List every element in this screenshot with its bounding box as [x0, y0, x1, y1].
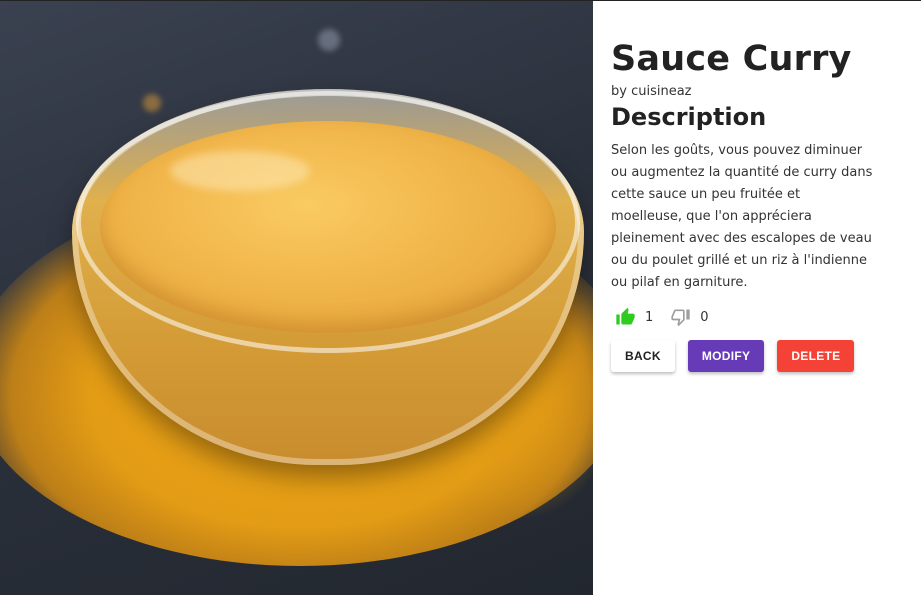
recipe-author: by cuisineaz	[611, 84, 692, 99]
recipe-details: Sauce Curry by cuisineaz Description Sel…	[593, 1, 921, 595]
like-count: 1	[645, 309, 654, 325]
thumb-up-icon	[615, 307, 636, 327]
vote-bar: 1 0	[615, 307, 709, 327]
delete-button[interactable]: DELETE	[777, 340, 855, 372]
description-text: Selon les goûts, vous pouvez diminuer ou…	[611, 143, 873, 290]
modify-button[interactable]: MODIFY	[687, 340, 765, 372]
back-button[interactable]: BACK	[611, 340, 675, 372]
recipe-photo	[0, 1, 593, 595]
recipe-title: Sauce Curry	[611, 39, 852, 79]
like-button[interactable]: 1	[615, 307, 653, 327]
recipe-page: Sauce Curry by cuisineaz Description Sel…	[0, 0, 921, 595]
description-heading: Description	[611, 103, 767, 131]
thumb-down-icon	[670, 307, 691, 327]
dislike-count: 0	[700, 309, 709, 325]
action-buttons: BACK MODIFY DELETE	[611, 340, 867, 372]
dislike-button[interactable]: 0	[670, 307, 709, 327]
